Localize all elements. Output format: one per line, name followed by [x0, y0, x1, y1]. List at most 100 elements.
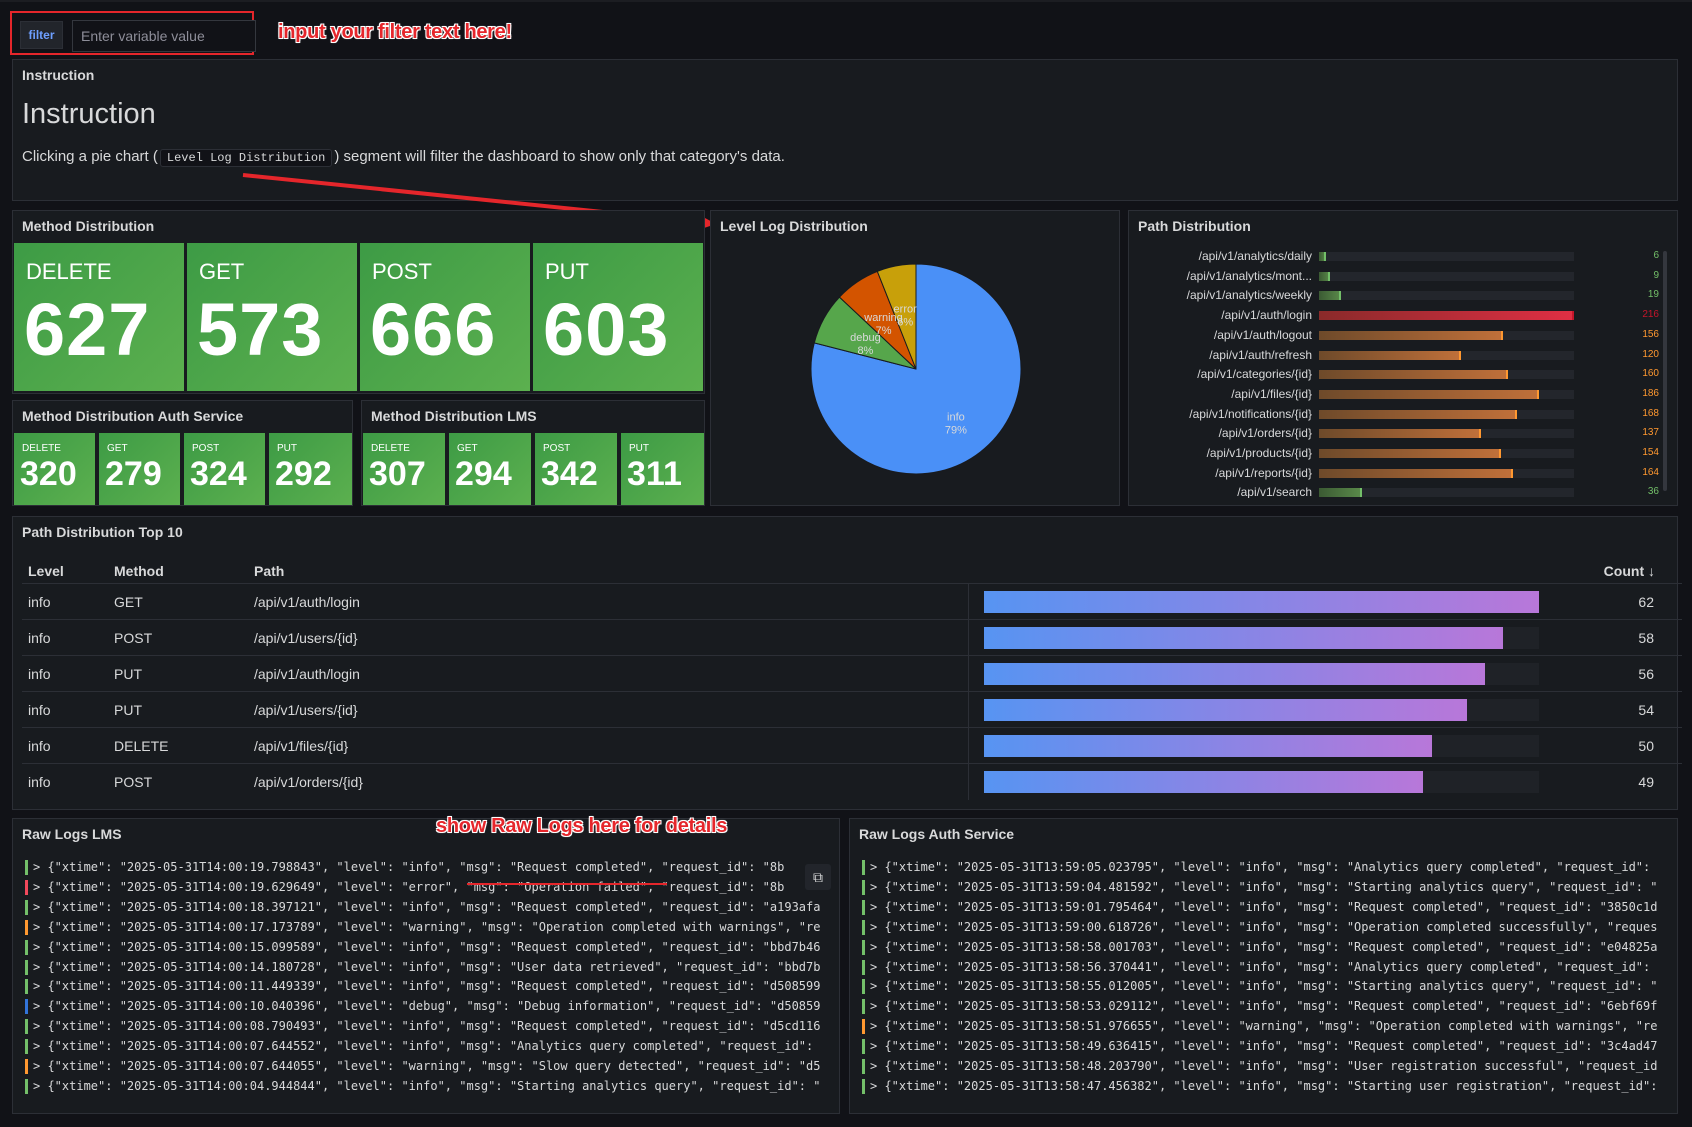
log-level-indicator [25, 1039, 28, 1055]
log-level-indicator [25, 1019, 28, 1035]
path-bar-value: 19 [1647, 289, 1659, 301]
log-line[interactable]: > {"xtime": "2025-05-31T13:58:56.370441"… [862, 959, 1675, 977]
pie-percent-debug: 8% [857, 345, 873, 357]
table-row[interactable]: info DELETE/api/v1/files/{id} 50 [22, 727, 1682, 764]
path-bar-row[interactable]: /api/v1/auth/login 216 [1159, 307, 1659, 325]
path-bar-value: 154 [1642, 447, 1659, 458]
path-scrollbar[interactable] [1663, 251, 1667, 491]
column-divider [968, 620, 969, 656]
path-bar-row[interactable]: /api/v1/auth/refresh 120 [1159, 347, 1659, 365]
path-bar-row[interactable]: /api/v1/categories/{id} 160 [1159, 366, 1659, 384]
cell-count: 49 [1638, 774, 1654, 790]
path-bar-track [1319, 389, 1574, 399]
col-level-header[interactable]: Level [28, 563, 64, 579]
method-distribution-panel: Method Distribution DELETE 627 GET 573 POS… [12, 210, 705, 394]
stat-post[interactable]: POST 666 [360, 243, 530, 391]
col-method-header[interactable]: Method [114, 563, 164, 579]
col-path-header[interactable]: Path [254, 563, 284, 579]
path-bar-row[interactable]: /api/v1/notifications/{id} 168 [1159, 406, 1659, 424]
log-level-indicator [25, 979, 28, 995]
stat-get[interactable]: GET 573 [187, 243, 357, 391]
log-level-indicator [25, 879, 28, 895]
pie-label-info: info [947, 411, 965, 423]
stat-auth-put[interactable]: PUT 292 [269, 433, 352, 505]
stat-auth-delete[interactable]: DELETE 320 [14, 433, 95, 505]
path-bar-row[interactable]: /api/v1/auth/logout 156 [1159, 327, 1659, 345]
table-row[interactable]: info POST/api/v1/orders/{id} 49 [22, 763, 1682, 800]
path-bar-label: /api/v1/products/{id} [1206, 446, 1312, 460]
path-bar-row[interactable]: /api/v1/products/{id} 154 [1159, 445, 1659, 463]
table-row[interactable]: info PUT/api/v1/auth/login 56 [22, 655, 1682, 692]
path-bar-track [1319, 488, 1574, 498]
log-line[interactable]: > {"xtime": "2025-05-31T13:59:01.795464"… [862, 899, 1675, 917]
level-log-pie-chart[interactable]: info79%debug8%warning7%error6% [711, 211, 1121, 507]
log-line[interactable]: > {"xtime": "2025-05-31T14:00:18.397121"… [25, 899, 833, 917]
level-log-panel: Level Log Distribution info 79% debug 8% war… [710, 210, 1120, 506]
log-line[interactable]: > {"xtime": "2025-05-31T13:59:05.023795"… [862, 859, 1675, 877]
path-bar-row[interactable]: /api/v1/analytics/daily 6 [1159, 248, 1659, 266]
stat-lms-put[interactable]: PUT 311 [621, 433, 704, 505]
log-line[interactable]: > {"xtime": "2025-05-31T13:58:51.976655"… [862, 1018, 1675, 1036]
log-text: > {"xtime": "2025-05-31T14:00:15.099589"… [33, 939, 821, 954]
log-line[interactable]: > {"xtime": "2025-05-31T13:58:53.029112"… [862, 998, 1675, 1016]
log-line[interactable]: > {"xtime": "2025-05-31T13:58:47.456382"… [862, 1078, 1675, 1096]
log-text: > {"xtime": "2025-05-31T13:59:01.795464"… [870, 899, 1658, 914]
path-bar-row[interactable]: /api/v1/search 36 [1159, 484, 1659, 498]
log-line[interactable]: > {"xtime": "2025-05-31T14:00:04.944844"… [25, 1078, 833, 1096]
log-text: > {"xtime": "2025-05-31T13:58:55.012005"… [870, 979, 1658, 994]
stat-lms-delete[interactable]: DELETE 307 [363, 433, 445, 505]
log-line[interactable]: > {"xtime": "2025-05-31T14:00:07.644055"… [25, 1058, 833, 1076]
stat-label: GET [199, 259, 245, 284]
log-line[interactable]: > {"xtime": "2025-05-31T14:00:11.449339"… [25, 978, 833, 996]
stat-auth-post[interactable]: POST 324 [184, 433, 265, 505]
log-line[interactable]: > {"xtime": "2025-05-31T13:58:49.636415"… [862, 1038, 1675, 1056]
log-text: > {"xtime": "2025-05-31T13:58:53.029112"… [870, 999, 1658, 1014]
stat-value: 279 [105, 455, 162, 493]
log-line[interactable]: > {"xtime": "2025-05-31T13:59:00.618726"… [862, 919, 1675, 937]
log-line[interactable]: > {"xtime": "2025-05-31T14:00:19.629649"… [25, 879, 833, 897]
log-text: > {"xtime": "2025-05-31T13:58:58.001703"… [870, 939, 1658, 954]
path-bar-track [1319, 252, 1574, 261]
raw-logs-lms-panel: Raw Logs LMS > {"xtime": "2025-05-31T14:… [12, 818, 840, 1114]
path-bar-fill [1319, 311, 1574, 321]
log-line[interactable]: > {"xtime": "2025-05-31T13:58:58.001703"… [862, 939, 1675, 957]
path-bar-row[interactable]: /api/v1/files/{id} 186 [1159, 386, 1659, 404]
stat-auth-get[interactable]: GET 279 [99, 433, 180, 505]
path-bar-row[interactable]: /api/v1/analytics/weekly 19 [1159, 287, 1659, 305]
path-bar-track [1319, 449, 1574, 458]
stat-lms-get[interactable]: GET 294 [449, 433, 531, 505]
log-line[interactable]: > {"xtime": "2025-05-31T13:58:48.203790"… [862, 1058, 1675, 1076]
log-text: > {"xtime": "2025-05-31T14:00:11.449339"… [33, 979, 821, 994]
path-bar-row[interactable]: /api/v1/analytics/mont... 9 [1159, 268, 1659, 286]
log-line[interactable]: > {"xtime": "2025-05-31T13:59:04.481592"… [862, 879, 1675, 897]
log-line[interactable]: > {"xtime": "2025-05-31T14:00:17.173789"… [25, 919, 833, 937]
stat-value: 666 [370, 288, 497, 371]
table-row[interactable]: info GET/api/v1/auth/login 62 [22, 583, 1682, 620]
cell-method: POST [114, 774, 153, 790]
path-bar-value: 9 [1653, 269, 1659, 281]
path-bar-label: /api/v1/auth/login [1221, 308, 1312, 323]
stat-lms-post[interactable]: POST 342 [535, 433, 617, 505]
path-bar-label: /api/v1/reports/{id} [1215, 465, 1312, 480]
table-row[interactable]: info POST/api/v1/users/{id} 58 [22, 619, 1682, 656]
cell-method: POST [114, 630, 153, 646]
table-row[interactable]: info PUT/api/v1/users/{id} 54 [22, 691, 1682, 728]
log-line[interactable]: > {"xtime": "2025-05-31T14:00:15.099589"… [25, 939, 833, 957]
log-line[interactable]: > {"xtime": "2025-05-31T13:58:55.012005"… [862, 978, 1675, 996]
log-line[interactable]: > {"xtime": "2025-05-31T14:00:14.180728"… [25, 959, 833, 977]
log-line[interactable]: > {"xtime": "2025-05-31T14:00:10.040396"… [25, 998, 833, 1016]
stat-put[interactable]: PUT 603 [533, 243, 703, 391]
col-count-header[interactable]: Count ↓ [1604, 563, 1655, 579]
copy-icon[interactable]: ⧉ [805, 864, 831, 890]
raw-logs-auth-title: Raw Logs Auth Service [859, 826, 1015, 842]
path-bar-row[interactable]: /api/v1/reports/{id} 164 [1159, 465, 1659, 483]
path-bar-row[interactable]: /api/v1/orders/{id} 137 [1159, 425, 1659, 443]
count-gauge [984, 591, 1539, 613]
log-line[interactable]: > {"xtime": "2025-05-31T14:00:19.798843"… [25, 859, 833, 877]
cell-method: PUT [114, 702, 142, 718]
stat-delete[interactable]: DELETE 627 [14, 243, 184, 391]
cell-path: /api/v1/auth/login [254, 666, 360, 682]
log-line[interactable]: > {"xtime": "2025-05-31T14:00:08.790493"… [25, 1018, 833, 1036]
cell-path: /api/v1/files/{id} [254, 738, 349, 754]
log-line[interactable]: > {"xtime": "2025-05-31T14:00:07.644552"… [25, 1038, 833, 1056]
